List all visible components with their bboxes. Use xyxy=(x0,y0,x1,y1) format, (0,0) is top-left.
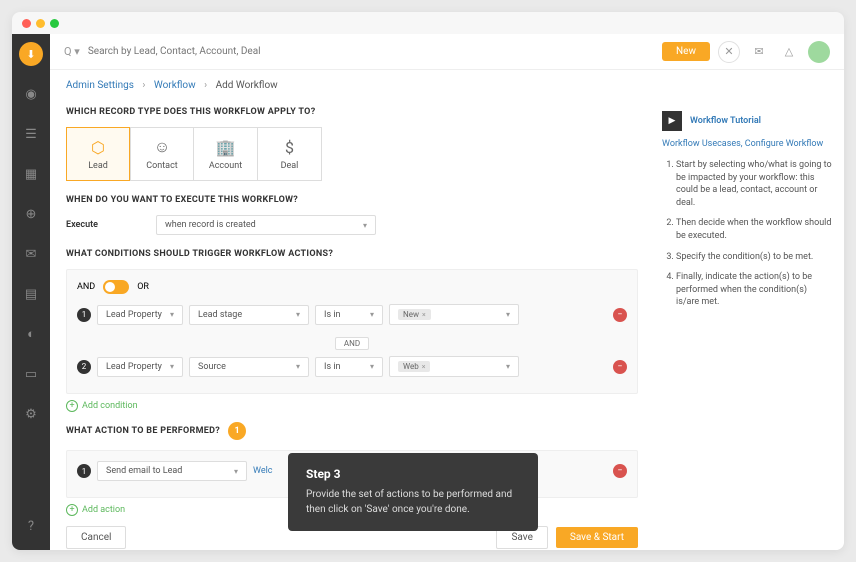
condition-property-select[interactable]: Lead Property▾ xyxy=(97,357,183,377)
condition-value-select[interactable]: New×▾ xyxy=(389,304,519,325)
help-step: Specify the condition(s) to be met. xyxy=(676,251,832,264)
remove-condition-button[interactable]: − xyxy=(613,308,627,322)
record-type-label: Lead xyxy=(88,161,108,171)
section-label-conditions: WHAT CONDITIONS SHOULD TRIGGER WORKFLOW … xyxy=(66,249,638,259)
breadcrumb-link[interactable]: Admin Settings xyxy=(66,80,134,91)
breadcrumb-link[interactable]: Workflow xyxy=(154,80,196,91)
new-button[interactable]: New xyxy=(662,42,710,61)
condition-field-select[interactable]: Source▾ xyxy=(189,357,309,377)
mail-icon[interactable]: ✉ xyxy=(748,41,770,63)
condition-row: 2 Lead Property▾ Source▾ Is in▾ Web×▾ − xyxy=(77,356,627,377)
phone-icon[interactable]: ✕ xyxy=(718,41,740,63)
condition-value-select[interactable]: Web×▾ xyxy=(389,356,519,377)
row-number-badge: 1 xyxy=(77,308,91,322)
plus-icon: + xyxy=(66,504,78,516)
deal-icon: $ xyxy=(285,138,294,157)
record-type-deal[interactable]: $ Deal xyxy=(258,127,322,181)
record-type-label: Contact xyxy=(146,161,177,171)
action-template-link[interactable]: Welc xyxy=(253,466,273,476)
condition-property-select[interactable]: Lead Property▾ xyxy=(97,305,183,325)
help-panel: ▶ Workflow Tutorial Workflow Usecases, C… xyxy=(654,101,844,550)
help-step: Then decide when the workflow should be … xyxy=(676,217,832,242)
help-step: Start by selecting who/what is going to … xyxy=(676,159,832,209)
record-type-label: Deal xyxy=(281,161,299,171)
condition-divider: AND xyxy=(335,337,369,350)
record-type-contact[interactable]: ☺ Contact xyxy=(130,127,194,181)
execute-value: when record is created xyxy=(165,220,256,230)
search-input[interactable] xyxy=(88,46,367,57)
topbar: Q ▾ New ✕ ✉ △ xyxy=(50,34,844,70)
section-label-record-type: WHICH RECORD TYPE DOES THIS WORKFLOW APP… xyxy=(66,107,638,117)
action-type-select[interactable]: Send email to Lead▾ xyxy=(97,461,247,481)
remove-action-button[interactable]: − xyxy=(613,464,627,478)
record-type-lead[interactable]: ⬡ Lead xyxy=(66,127,130,181)
add-condition-link[interactable]: +Add condition xyxy=(66,400,638,412)
row-number-badge: 2 xyxy=(77,360,91,374)
window-max-dot[interactable] xyxy=(50,19,59,28)
help-links[interactable]: Workflow Usecases, Configure Workflow xyxy=(662,139,832,149)
remove-condition-button[interactable]: − xyxy=(613,360,627,374)
section-label-action: WHAT ACTION TO BE PERFORMED? xyxy=(66,426,220,436)
section-label-execute: WHEN DO YOU WANT TO EXECUTE THIS WORKFLO… xyxy=(66,195,638,205)
chevron-right-icon: › xyxy=(142,80,145,91)
nav-accounts-icon[interactable]: ▦ xyxy=(19,162,43,186)
help-title[interactable]: Workflow Tutorial xyxy=(690,116,761,126)
tag-remove-icon[interactable]: × xyxy=(422,311,426,319)
row-number-badge: 1 xyxy=(77,464,91,478)
step-badge: 1 xyxy=(228,422,246,440)
avatar[interactable] xyxy=(808,41,830,63)
account-icon: 🏢 xyxy=(216,138,236,157)
record-type-label: Account xyxy=(209,161,242,171)
logic-toggle[interactable] xyxy=(103,280,129,294)
bell-icon[interactable]: △ xyxy=(778,41,800,63)
record-type-account[interactable]: 🏢 Account xyxy=(194,127,258,181)
nav-chat-icon[interactable]: ✉ xyxy=(19,242,43,266)
nav-contacts-icon[interactable]: ◉ xyxy=(19,82,43,106)
lead-icon: ⬡ xyxy=(91,138,105,157)
nav-settings-icon[interactable]: ⚙ xyxy=(19,402,43,426)
execute-field-label: Execute xyxy=(66,220,136,230)
window-close-dot[interactable] xyxy=(22,19,31,28)
logic-and-label: AND xyxy=(77,282,95,292)
logic-or-label: OR xyxy=(137,282,149,292)
sidebar: ⬇ ◉ ☰ ▦ ⊕ ✉ ▤ ◐ ▭ ⚙ ? xyxy=(12,34,50,550)
nav-dashboard-icon[interactable]: ▭ xyxy=(19,362,43,386)
conditions-box: AND OR 1 Lead Property▾ Lead stage▾ Is i… xyxy=(66,269,638,394)
window-min-dot[interactable] xyxy=(36,19,45,28)
condition-op-select[interactable]: Is in▾ xyxy=(315,305,383,325)
nav-reports-icon[interactable]: ◐ xyxy=(19,322,43,346)
play-icon[interactable]: ▶ xyxy=(662,111,682,131)
nav-calendar-icon[interactable]: ▤ xyxy=(19,282,43,306)
nav-help-icon[interactable]: ? xyxy=(19,514,43,538)
search-scope-icon[interactable]: Q ▾ xyxy=(64,45,80,58)
nav-leads-icon[interactable]: ☰ xyxy=(19,122,43,146)
condition-field-select[interactable]: Lead stage▾ xyxy=(189,305,309,325)
save-start-button[interactable]: Save & Start xyxy=(556,527,638,548)
chevron-down-icon: ▾ xyxy=(363,221,367,230)
cancel-button[interactable]: Cancel xyxy=(66,526,126,549)
record-type-group: ⬡ Lead ☺ Contact 🏢 Account $ xyxy=(66,127,638,181)
execute-select[interactable]: when record is created ▾ xyxy=(156,215,376,235)
plus-icon: + xyxy=(66,400,78,412)
tooltip-title: Step 3 xyxy=(306,467,520,481)
chevron-right-icon: › xyxy=(204,80,207,91)
nav-deals-icon[interactable]: ⊕ xyxy=(19,202,43,226)
condition-op-select[interactable]: Is in▾ xyxy=(315,357,383,377)
condition-row: 1 Lead Property▾ Lead stage▾ Is in▾ New×… xyxy=(77,304,627,325)
breadcrumb: Admin Settings › Workflow › Add Workflow xyxy=(50,70,844,101)
tooltip-body: Provide the set of actions to be perform… xyxy=(306,487,520,517)
help-step: Finally, indicate the action(s) to be pe… xyxy=(676,271,832,309)
breadcrumb-current: Add Workflow xyxy=(216,80,278,91)
app-logo[interactable]: ⬇ xyxy=(19,42,43,66)
onboarding-tooltip: Step 3 Provide the set of actions to be … xyxy=(288,453,538,531)
contact-icon: ☺ xyxy=(154,137,170,157)
tag-remove-icon[interactable]: × xyxy=(422,363,426,371)
window-titlebar xyxy=(12,12,844,34)
